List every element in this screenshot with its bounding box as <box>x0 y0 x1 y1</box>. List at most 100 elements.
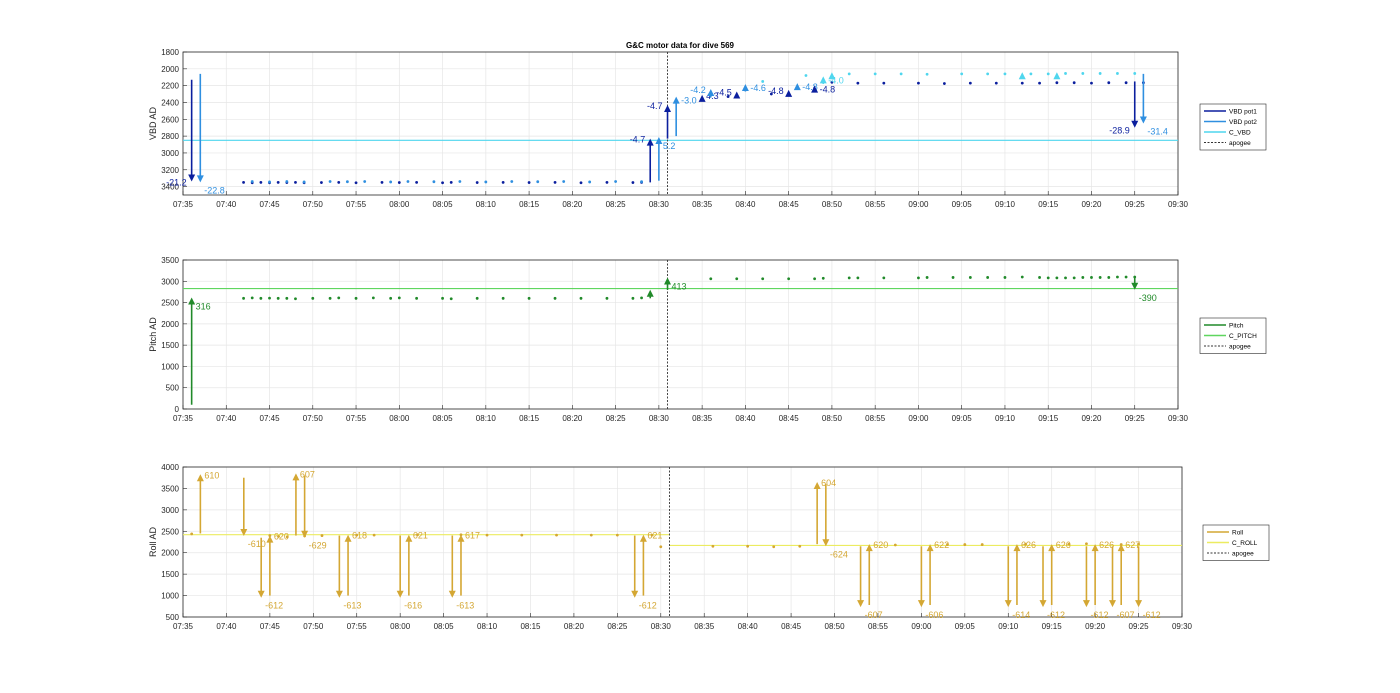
move-label: -4.6 <box>750 83 766 93</box>
legend-label: Pitch <box>1229 323 1244 330</box>
data-point <box>320 534 324 537</box>
data-point <box>968 276 972 279</box>
data-point <box>951 276 955 279</box>
data-point <box>458 180 462 183</box>
pitch-legend: Pitch C_PITCHapogee <box>1199 317 1267 354</box>
data-point <box>873 72 877 76</box>
data-point <box>605 296 609 300</box>
move-arrowhead <box>785 89 793 97</box>
data-point <box>268 296 271 300</box>
data-point <box>761 277 765 281</box>
x-tick-label: 09:05 <box>952 200 973 209</box>
data-point <box>746 544 750 548</box>
move-arrowhead <box>1082 600 1090 608</box>
y-tick-label: 3000 <box>161 277 179 286</box>
motor-move: -629 <box>301 475 327 551</box>
motor-move: -4.6 <box>741 83 766 93</box>
x-tick-label: 09:10 <box>998 622 1019 631</box>
data-point <box>1072 81 1076 85</box>
move-arrowhead <box>733 91 741 99</box>
data-point <box>190 532 194 536</box>
data-point <box>536 180 540 184</box>
roll-panel: 07:35 07:40 07:45 07:50 07:55 08:00 08:05 08:10… <box>148 463 1270 631</box>
y-tick-label: 1000 <box>161 362 179 371</box>
move-label: 620 <box>274 532 289 542</box>
x-tick-label: 08:05 <box>434 622 455 631</box>
move-arrowhead <box>1135 600 1143 608</box>
data-point <box>1064 72 1067 75</box>
x-tick-label: 08:45 <box>779 414 800 423</box>
x-tick-label: 08:10 <box>477 622 498 631</box>
data-point <box>1055 81 1059 85</box>
y-tick-label: 3000 <box>161 149 179 158</box>
x-tick-label: 09:10 <box>995 414 1016 423</box>
data-point <box>1003 276 1007 279</box>
x-tick-label: 08:40 <box>738 622 759 631</box>
move-label: -612 <box>1143 610 1161 620</box>
x-tick-label: 09:25 <box>1125 414 1146 423</box>
move-arrowhead <box>1053 72 1061 80</box>
y-tick-label: 3000 <box>161 506 179 515</box>
move-arrowhead <box>1109 600 1117 608</box>
x-tick-label: 08:55 <box>865 414 886 423</box>
data-point <box>311 296 315 300</box>
move-label: -612 <box>1090 610 1108 620</box>
move-arrowhead <box>857 600 865 608</box>
x-tick-label: 09:20 <box>1085 622 1106 631</box>
data-point <box>1098 72 1102 75</box>
move-label: -21.2 <box>166 178 187 188</box>
data-point <box>354 181 358 185</box>
data-point <box>380 180 384 184</box>
y-tick-label: 2000 <box>161 320 179 329</box>
motor-move: 621 <box>639 531 662 596</box>
data-point <box>1038 276 1041 279</box>
data-point <box>250 296 254 300</box>
data-point <box>1081 72 1085 75</box>
move-arrowhead <box>196 474 204 482</box>
data-point <box>1038 81 1041 85</box>
data-point <box>449 297 453 301</box>
move-label: 622 <box>934 540 949 550</box>
move-label: -613 <box>456 601 474 611</box>
x-tick-label: 08:10 <box>476 414 497 423</box>
x-tick-label: 09:25 <box>1129 622 1150 631</box>
move-arrowhead <box>188 174 196 182</box>
x-tick-label: 08:55 <box>868 622 889 631</box>
x-tick-label: 08:50 <box>822 200 843 209</box>
move-arrowhead <box>196 175 204 183</box>
move-arrowhead <box>457 534 465 542</box>
move-label: -31.4 <box>1147 127 1168 137</box>
move-arrowhead <box>664 104 672 112</box>
vbd-panel: 07:35 07:40 07:45 07:50 07:55 08:00 08:05 08:10… <box>148 48 1267 209</box>
x-tick-label: 09:15 <box>1042 622 1063 631</box>
data-point <box>285 180 289 183</box>
move-label: -629 <box>309 541 327 551</box>
data-point <box>259 180 263 184</box>
motor-move: -3.0 <box>672 96 697 137</box>
data-point <box>242 296 245 300</box>
x-tick-label: 08:20 <box>562 200 583 209</box>
data-point <box>276 296 280 300</box>
y-tick-label: 3500 <box>161 256 179 265</box>
data-point <box>605 180 609 184</box>
motor-move: 5.2 <box>655 136 675 181</box>
motor-move: -28.9 <box>1109 81 1139 136</box>
move-arrowhead <box>698 94 706 102</box>
x-tick-label: 09:15 <box>1038 414 1059 423</box>
data-point <box>847 72 851 76</box>
move-label: 617 <box>465 531 480 541</box>
data-point <box>485 533 489 537</box>
data-point <box>501 296 505 300</box>
y-tick-label: 2800 <box>161 132 179 141</box>
y-tick-label: 1500 <box>161 341 179 350</box>
y-tick-label: 2200 <box>161 82 179 91</box>
data-point <box>302 180 306 184</box>
move-label: -616 <box>404 601 422 611</box>
data-point <box>397 296 401 300</box>
motor-move <box>646 289 654 299</box>
data-point <box>709 277 713 281</box>
data-point <box>432 180 436 184</box>
data-point <box>527 296 531 300</box>
move-label: -4.5 <box>716 88 732 98</box>
vbd-grid <box>182 51 1179 195</box>
